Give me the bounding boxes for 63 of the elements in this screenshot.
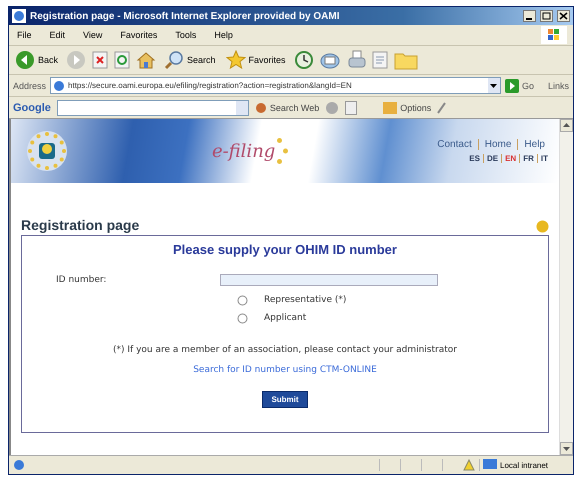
scrollbar[interactable] (559, 119, 573, 455)
search-icon[interactable] (164, 50, 184, 70)
radio-label: Applicant (264, 313, 306, 323)
address-label: Address (13, 80, 46, 90)
minimize-icon[interactable] (523, 10, 536, 22)
refresh-icon[interactable] (114, 51, 130, 69)
search-web-button[interactable]: Search Web (254, 102, 320, 114)
menu-item[interactable]: Help (212, 29, 235, 41)
window-title: Registration page - Microsoft Internet Explorer provided by OAMI (30, 10, 340, 22)
radio-label: Representative (*) (264, 295, 346, 305)
nav-link[interactable]: Contact (431, 139, 478, 150)
toolbar-button[interactable]: Favorites (224, 49, 288, 71)
page-heading: Registration page (21, 217, 140, 233)
menu-item[interactable]: Edit (48, 29, 68, 41)
menu-item[interactable]: Tools (173, 29, 198, 41)
language-link[interactable]: ES (466, 154, 483, 163)
stars-icon (277, 138, 288, 164)
search-field[interactable] (56, 100, 249, 116)
history-icon[interactable] (294, 50, 314, 70)
site-logo-text: e-filing (212, 140, 276, 162)
nav-link[interactable]: Home (478, 139, 518, 150)
google-logo: Google (13, 102, 51, 114)
stop-icon[interactable] (92, 51, 108, 69)
menu-item[interactable]: File (15, 29, 34, 41)
nav-link[interactable]: Help (517, 139, 551, 150)
printer-icon[interactable] (348, 50, 366, 70)
star-icon[interactable] (226, 50, 246, 70)
windows-logo-icon (541, 26, 567, 44)
language-link[interactable]: DE (482, 154, 502, 163)
field-label: ID number: (55, 275, 108, 285)
submit-button[interactable]: Submit (262, 391, 308, 408)
pencil-icon[interactable] (437, 102, 448, 114)
back-icon[interactable] (15, 50, 35, 70)
help-icon[interactable] (536, 220, 549, 233)
go-button[interactable]: Go (504, 78, 534, 92)
close-icon[interactable] (557, 10, 570, 22)
menu-item[interactable]: Favorites (118, 29, 160, 41)
links-button[interactable]: Links (548, 80, 569, 90)
options-button[interactable]: Options (383, 102, 432, 114)
scroll-up-icon[interactable] (560, 119, 573, 132)
language-link[interactable]: IT (536, 154, 551, 163)
intranet-icon (483, 459, 497, 471)
footnote-text: (*) If you are a member of an association, please contact your administrator (113, 345, 457, 355)
ctm-online-link[interactable]: Search for ID number using CTM-ONLINE (193, 365, 377, 375)
home-icon[interactable] (136, 50, 156, 70)
zone-label: Local intranet (500, 460, 548, 470)
menu-item[interactable]: View (81, 29, 104, 41)
browser-icon (12, 9, 26, 23)
toolbar-button[interactable]: Search (162, 49, 218, 71)
address-field[interactable]: https://secure.oami.europa.eu/efiling/registration?action=registration&langId=EN (50, 77, 501, 94)
logo-icon (25, 129, 69, 173)
form-title: Please supply your OHIM ID number (173, 242, 397, 257)
radio-button[interactable] (236, 312, 248, 324)
document-icon[interactable] (372, 51, 388, 69)
scroll-down-icon[interactable] (560, 442, 573, 455)
radio-button[interactable] (236, 294, 248, 306)
dropdown-icon[interactable] (490, 84, 498, 88)
language-link[interactable]: FR (519, 154, 537, 163)
warning-icon (463, 459, 475, 471)
language-link[interactable]: EN (501, 154, 520, 163)
toolbar-button[interactable]: Back (13, 49, 60, 71)
maximize-icon[interactable] (540, 10, 553, 22)
id-number-field[interactable] (220, 274, 438, 286)
